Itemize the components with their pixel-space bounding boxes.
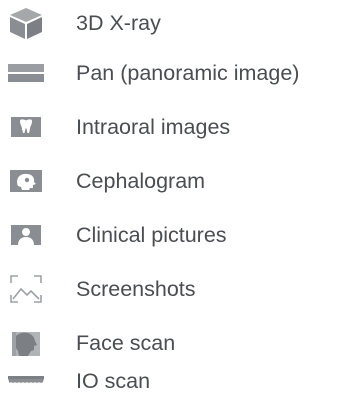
cube-icon [6, 4, 46, 42]
menu-item-label: Intraoral images [76, 115, 231, 139]
menu-item-intraoral[interactable]: Intraoral images [0, 104, 342, 150]
menu-item-label: IO scan [76, 369, 151, 393]
skull-profile-icon [6, 162, 46, 200]
tooth-icon [6, 108, 46, 146]
menu-item-label: 3D X-ray [76, 11, 161, 35]
face-scan-icon [6, 324, 46, 362]
panoramic-icon [6, 54, 46, 92]
menu-item-panoramic[interactable]: Pan (panoramic image) [0, 50, 342, 96]
person-icon [6, 216, 46, 254]
menu-item-screenshots[interactable]: Screenshots [0, 266, 342, 312]
menu-item-clinical-pictures[interactable]: Clinical pictures [0, 212, 342, 258]
menu-item-label: Clinical pictures [76, 223, 227, 247]
menu-item-label: Cephalogram [76, 169, 206, 193]
screenshot-icon [6, 270, 46, 308]
menu-item-label: Screenshots [76, 277, 196, 301]
dental-arch-icon [6, 362, 46, 400]
menu-item-cephalogram[interactable]: Cephalogram [0, 158, 342, 204]
menu-item-3d-xray[interactable]: 3D X-ray [0, 0, 342, 46]
menu-item-io-scan[interactable]: IO scan [0, 358, 342, 404]
menu-item-label: Pan (panoramic image) [76, 61, 300, 85]
image-type-menu: 3D X-ray Pan (panoramic image) Intraoral… [0, 0, 342, 405]
